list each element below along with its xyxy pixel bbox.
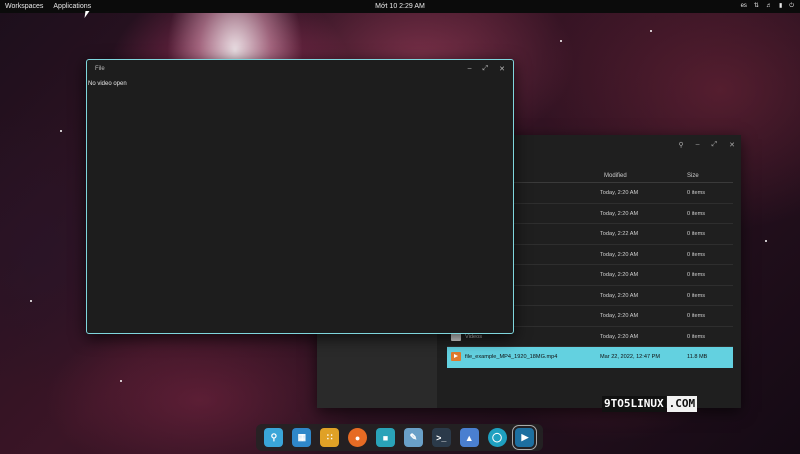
workspaces-button[interactable]: Workspaces: [0, 0, 48, 13]
clock[interactable]: Mớt 10 2:29 AM: [375, 3, 425, 10]
file-size: 0 items: [687, 190, 706, 196]
watermark-domain: .COM: [666, 396, 698, 412]
file-size: 0 items: [687, 292, 706, 299]
maximize-icon[interactable]: ⤢: [483, 65, 489, 73]
column-size[interactable]: Size: [687, 173, 699, 179]
file-modified: Today, 2:22 AM: [600, 231, 639, 237]
file-size: 11.8 MB: [687, 354, 708, 360]
maximize-icon[interactable]: ⤢: [712, 141, 718, 149]
video-player-icon[interactable]: ▶: [512, 425, 538, 450]
terminal-icon[interactable]: >_: [431, 428, 451, 447]
text-editor-icon[interactable]: ✎: [403, 428, 423, 447]
clock-area: Mớt 10 2:29 AM: [0, 0, 800, 13]
file-modified: Mar 22, 2022, 12:47 PM: [600, 354, 661, 360]
file-manager-header-buttons: ⚲ – ⤢ ✕: [678, 141, 735, 149]
files-folder-icon[interactable]: ■: [376, 428, 395, 447]
dock: ⚲ ▦ ∷ ● ■ ✎ >_ ▲ ◯ ▶: [256, 424, 543, 451]
power-icon[interactable]: ⏻: [789, 0, 794, 13]
file-size: 0 items: [687, 272, 706, 278]
file-modified: Today, 2:20 AM: [600, 251, 639, 258]
minimize-icon[interactable]: –: [696, 141, 700, 149]
close-icon[interactable]: ✕: [729, 141, 735, 149]
search-app-icon[interactable]: ⚲: [264, 428, 284, 447]
window-title: File: [95, 66, 105, 72]
mouse-pointer-icon: [84, 11, 90, 18]
file-modified: Today, 2:20 AM: [600, 190, 639, 196]
star: [60, 130, 62, 132]
site-watermark: 9TO5LINUX .COM: [602, 396, 698, 412]
file-row-selected[interactable]: file_example_MP4_1920_18MG.mp4 Mar 22, 2…: [447, 347, 733, 368]
star: [30, 300, 32, 302]
store-icon[interactable]: ▲: [459, 428, 479, 447]
search-icon[interactable]: ⚲: [678, 141, 683, 149]
close-icon[interactable]: ✕: [499, 65, 505, 73]
keyboard-layout[interactable]: es: [741, 0, 747, 13]
column-modified[interactable]: Modified: [604, 173, 627, 179]
file-name: Videos: [465, 333, 483, 340]
minimize-icon[interactable]: –: [468, 65, 472, 73]
star: [650, 30, 652, 32]
file-modified: Today, 2:20 AM: [600, 292, 639, 299]
system-tray: es ⇅ ♬ ▮ ⏻: [741, 0, 794, 13]
app-grid-icon[interactable]: ∷: [320, 428, 340, 447]
file-modified: Today, 2:20 AM: [600, 210, 639, 217]
software-center-icon[interactable]: ◯: [487, 428, 507, 447]
file-name: file_example_MP4_1920_18MG.mp4: [465, 354, 558, 360]
video-player-window: File – ⤢ ✕ No video open: [86, 59, 514, 334]
volume-icon[interactable]: ♬: [766, 0, 772, 13]
battery-icon[interactable]: ▮: [779, 0, 782, 13]
firefox-icon[interactable]: ●: [348, 428, 368, 447]
file-size: 0 items: [687, 210, 706, 217]
window-controls: – ⤢ ✕: [468, 65, 505, 73]
file-modified: Today, 2:20 AM: [600, 313, 639, 319]
video-file-icon: [451, 352, 461, 361]
star: [765, 240, 767, 242]
watermark-text: 9TO5LINUX: [602, 396, 666, 412]
star: [560, 40, 562, 42]
top-panel: Workspaces Applications Mớt 10 2:29 AM e…: [0, 0, 800, 13]
file-size: 0 items: [687, 251, 706, 258]
network-icon[interactable]: ⇅: [754, 0, 759, 13]
star: [120, 380, 122, 382]
file-modified: Today, 2:20 AM: [600, 272, 639, 278]
file-modified: Today, 2:20 AM: [600, 333, 639, 340]
file-size: 0 items: [687, 333, 706, 340]
file-size: 0 items: [687, 231, 706, 237]
no-video-message: No video open: [88, 81, 127, 87]
workspaces-app-icon[interactable]: ▦: [292, 428, 312, 447]
file-size: 0 items: [687, 313, 706, 319]
